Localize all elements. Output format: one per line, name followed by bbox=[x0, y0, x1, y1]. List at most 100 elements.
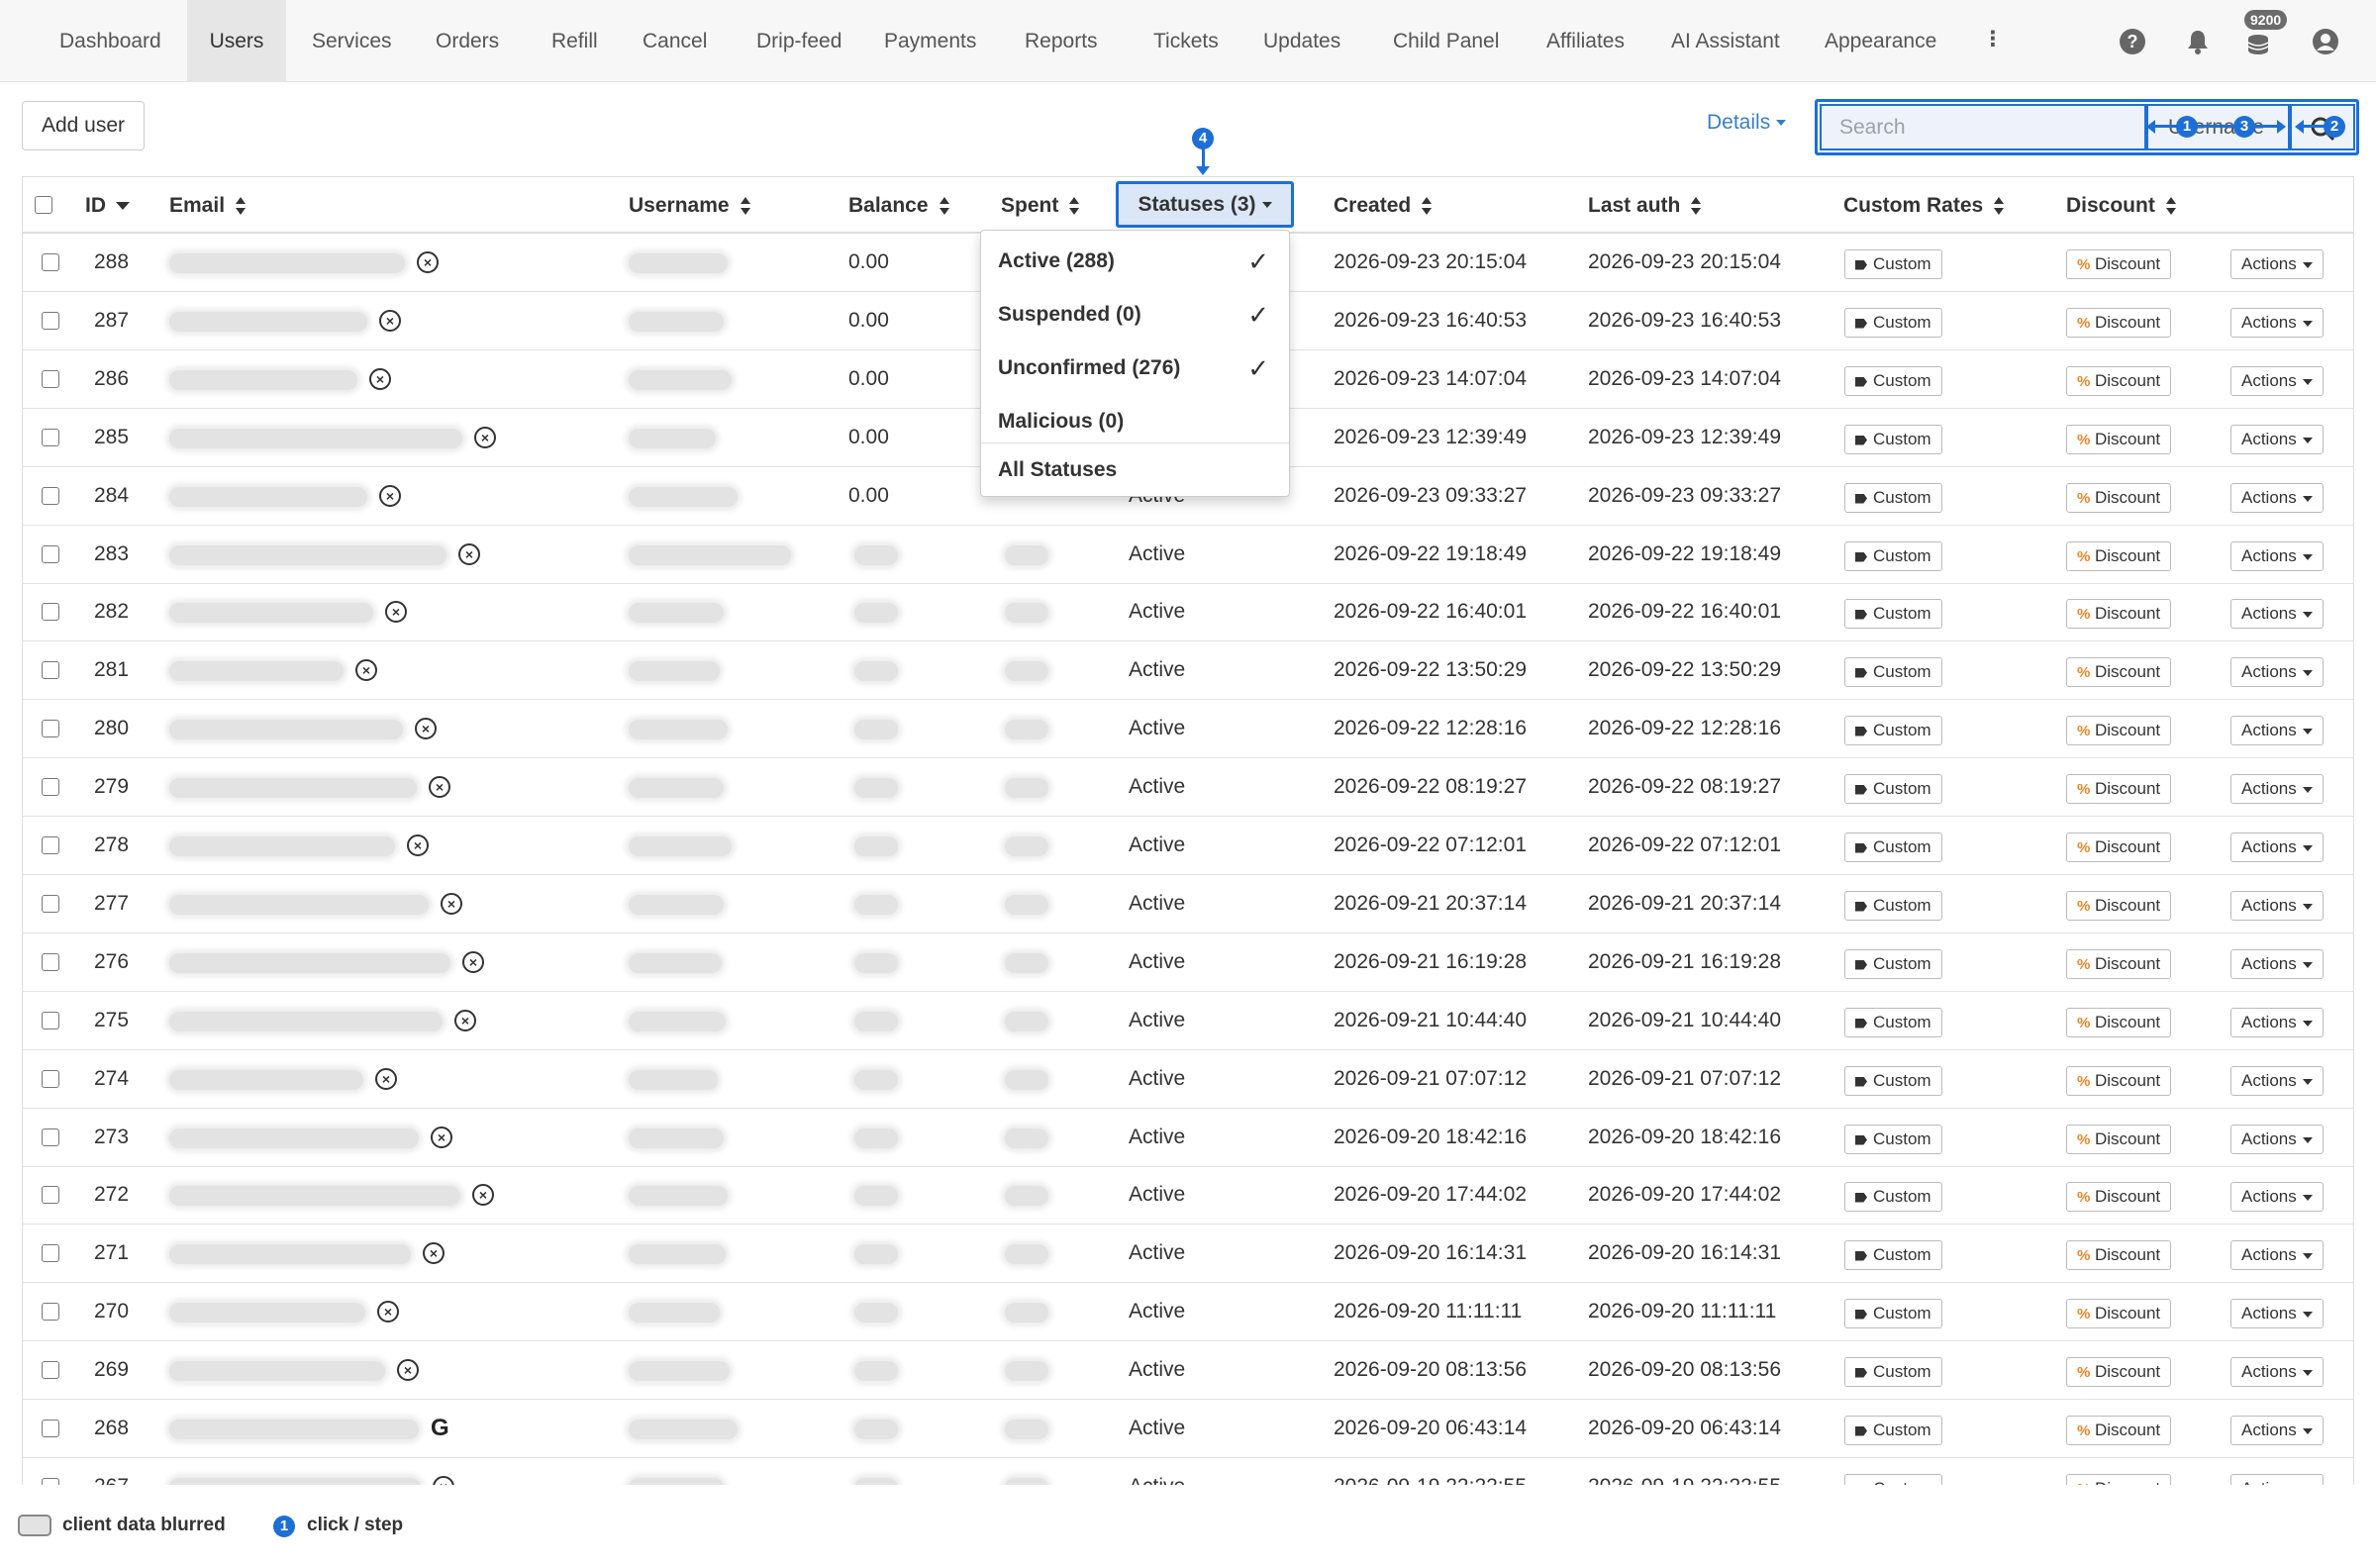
nav-item-affiliates[interactable]: Affiliates bbox=[1546, 0, 1625, 82]
custom-rates-button[interactable]: Custom bbox=[1844, 483, 1942, 513]
th-balance[interactable]: Balance bbox=[848, 177, 950, 234]
custom-rates-button[interactable]: Custom bbox=[1844, 1008, 1942, 1037]
discount-button[interactable]: %Discount bbox=[2066, 425, 2172, 454]
discount-button[interactable]: %Discount bbox=[2066, 833, 2172, 862]
row-checkbox[interactable] bbox=[42, 1478, 59, 1485]
actions-dropdown[interactable]: Actions bbox=[2230, 249, 2324, 279]
custom-rates-button[interactable]: Custom bbox=[1844, 1416, 1942, 1445]
select-all-checkbox[interactable] bbox=[35, 196, 52, 214]
actions-dropdown[interactable]: Actions bbox=[2230, 1240, 2324, 1270]
th-email[interactable]: Email bbox=[169, 177, 247, 234]
actions-dropdown[interactable]: Actions bbox=[2230, 833, 2324, 862]
nav-item-reports[interactable]: Reports bbox=[1025, 0, 1098, 82]
discount-button[interactable]: %Discount bbox=[2066, 1299, 2172, 1328]
discount-button[interactable]: %Discount bbox=[2066, 1474, 2172, 1485]
notification-bell-icon[interactable] bbox=[2183, 27, 2213, 56]
more-menu-icon[interactable]: ⋮ bbox=[1978, 0, 2008, 82]
statuses-filter-button[interactable]: Statuses (3) bbox=[1116, 181, 1294, 228]
row-checkbox[interactable] bbox=[42, 661, 59, 679]
row-checkbox[interactable] bbox=[42, 895, 59, 913]
custom-rates-button[interactable]: Custom bbox=[1844, 1240, 1942, 1270]
row-checkbox[interactable] bbox=[42, 1244, 59, 1262]
discount-button[interactable]: %Discount bbox=[2066, 1240, 2172, 1270]
custom-rates-button[interactable]: Custom bbox=[1844, 425, 1942, 454]
nav-item-services[interactable]: Services bbox=[312, 0, 392, 82]
custom-rates-button[interactable]: Custom bbox=[1844, 308, 1942, 338]
discount-button[interactable]: %Discount bbox=[2066, 1357, 2172, 1387]
nav-item-updates[interactable]: Updates bbox=[1263, 0, 1340, 82]
th-last-auth[interactable]: Last auth bbox=[1588, 177, 1702, 234]
th-discount[interactable]: Discount bbox=[2066, 177, 2177, 234]
nav-item-refill[interactable]: Refill bbox=[551, 0, 598, 82]
actions-dropdown[interactable]: Actions bbox=[2230, 308, 2324, 338]
row-checkbox[interactable] bbox=[42, 1420, 59, 1437]
actions-dropdown[interactable]: Actions bbox=[2230, 1182, 2324, 1212]
nav-item-users[interactable]: Users bbox=[187, 0, 286, 82]
discount-button[interactable]: %Discount bbox=[2066, 657, 2172, 687]
custom-rates-button[interactable]: Custom bbox=[1844, 599, 1942, 629]
custom-rates-button[interactable]: Custom bbox=[1844, 1182, 1942, 1212]
nav-item-dashboard[interactable]: Dashboard bbox=[59, 0, 161, 82]
actions-dropdown[interactable]: Actions bbox=[2230, 425, 2324, 454]
actions-dropdown[interactable]: Actions bbox=[2230, 1299, 2324, 1328]
custom-rates-button[interactable]: Custom bbox=[1844, 657, 1942, 687]
custom-rates-button[interactable]: Custom bbox=[1844, 1125, 1942, 1154]
dropdown-item-active[interactable]: Active (288) ✓ bbox=[981, 235, 1289, 288]
coins-icon[interactable] bbox=[2245, 31, 2275, 60]
th-spent[interactable]: Spent bbox=[1001, 177, 1080, 234]
details-dropdown[interactable]: Details bbox=[1707, 111, 1787, 135]
discount-button[interactable]: %Discount bbox=[2066, 599, 2172, 629]
custom-rates-button[interactable]: Custom bbox=[1844, 949, 1942, 979]
row-checkbox[interactable] bbox=[42, 429, 59, 446]
row-checkbox[interactable] bbox=[42, 370, 59, 388]
discount-button[interactable]: %Discount bbox=[2066, 716, 2172, 745]
row-checkbox[interactable] bbox=[42, 1012, 59, 1029]
row-checkbox[interactable] bbox=[42, 1070, 59, 1088]
row-checkbox[interactable] bbox=[42, 253, 59, 271]
actions-dropdown[interactable]: Actions bbox=[2230, 1474, 2324, 1485]
discount-button[interactable]: %Discount bbox=[2066, 891, 2172, 921]
custom-rates-button[interactable]: Custom bbox=[1844, 366, 1942, 396]
actions-dropdown[interactable]: Actions bbox=[2230, 774, 2324, 804]
row-checkbox[interactable] bbox=[42, 1303, 59, 1321]
actions-dropdown[interactable]: Actions bbox=[2230, 716, 2324, 745]
nav-item-payments[interactable]: Payments bbox=[884, 0, 976, 82]
discount-button[interactable]: %Discount bbox=[2066, 774, 2172, 804]
dropdown-item-malicious[interactable]: Malicious (0) bbox=[981, 395, 1289, 448]
dropdown-item-suspended[interactable]: Suspended (0) ✓ bbox=[981, 288, 1289, 342]
actions-dropdown[interactable]: Actions bbox=[2230, 657, 2324, 687]
nav-item-cancel[interactable]: Cancel bbox=[643, 0, 707, 82]
nav-item-ai-assistant[interactable]: AI Assistant bbox=[1671, 0, 1780, 82]
row-checkbox[interactable] bbox=[42, 1186, 59, 1204]
discount-button[interactable]: %Discount bbox=[2066, 1182, 2172, 1212]
custom-rates-button[interactable]: Custom bbox=[1844, 833, 1942, 862]
row-checkbox[interactable] bbox=[42, 603, 59, 621]
help-icon[interactable]: ? bbox=[2118, 27, 2147, 56]
add-user-button[interactable]: Add user bbox=[22, 101, 145, 150]
actions-dropdown[interactable]: Actions bbox=[2230, 949, 2324, 979]
discount-button[interactable]: %Discount bbox=[2066, 949, 2172, 979]
dropdown-item-all-statuses[interactable]: All Statuses bbox=[981, 443, 1289, 497]
search-input[interactable] bbox=[1820, 104, 2146, 150]
custom-rates-button[interactable]: Custom bbox=[1844, 541, 1942, 571]
th-id[interactable]: ID bbox=[85, 177, 130, 234]
custom-rates-button[interactable]: Custom bbox=[1844, 249, 1942, 279]
actions-dropdown[interactable]: Actions bbox=[2230, 1416, 2324, 1445]
nav-item-child-panel[interactable]: Child Panel bbox=[1393, 0, 1499, 82]
row-checkbox[interactable] bbox=[42, 836, 59, 854]
discount-button[interactable]: %Discount bbox=[2066, 483, 2172, 513]
discount-button[interactable]: %Discount bbox=[2066, 308, 2172, 338]
row-checkbox[interactable] bbox=[42, 545, 59, 563]
actions-dropdown[interactable]: Actions bbox=[2230, 483, 2324, 513]
actions-dropdown[interactable]: Actions bbox=[2230, 1008, 2324, 1037]
actions-dropdown[interactable]: Actions bbox=[2230, 1357, 2324, 1387]
th-username[interactable]: Username bbox=[629, 177, 751, 234]
th-custom-rates[interactable]: Custom Rates bbox=[1843, 177, 2005, 234]
discount-button[interactable]: %Discount bbox=[2066, 1008, 2172, 1037]
custom-rates-button[interactable]: Custom bbox=[1844, 891, 1942, 921]
custom-rates-button[interactable]: Custom bbox=[1844, 1066, 1942, 1096]
nav-item-tickets[interactable]: Tickets bbox=[1153, 0, 1219, 82]
actions-dropdown[interactable]: Actions bbox=[2230, 366, 2324, 396]
actions-dropdown[interactable]: Actions bbox=[2230, 1066, 2324, 1096]
row-checkbox[interactable] bbox=[42, 953, 59, 971]
